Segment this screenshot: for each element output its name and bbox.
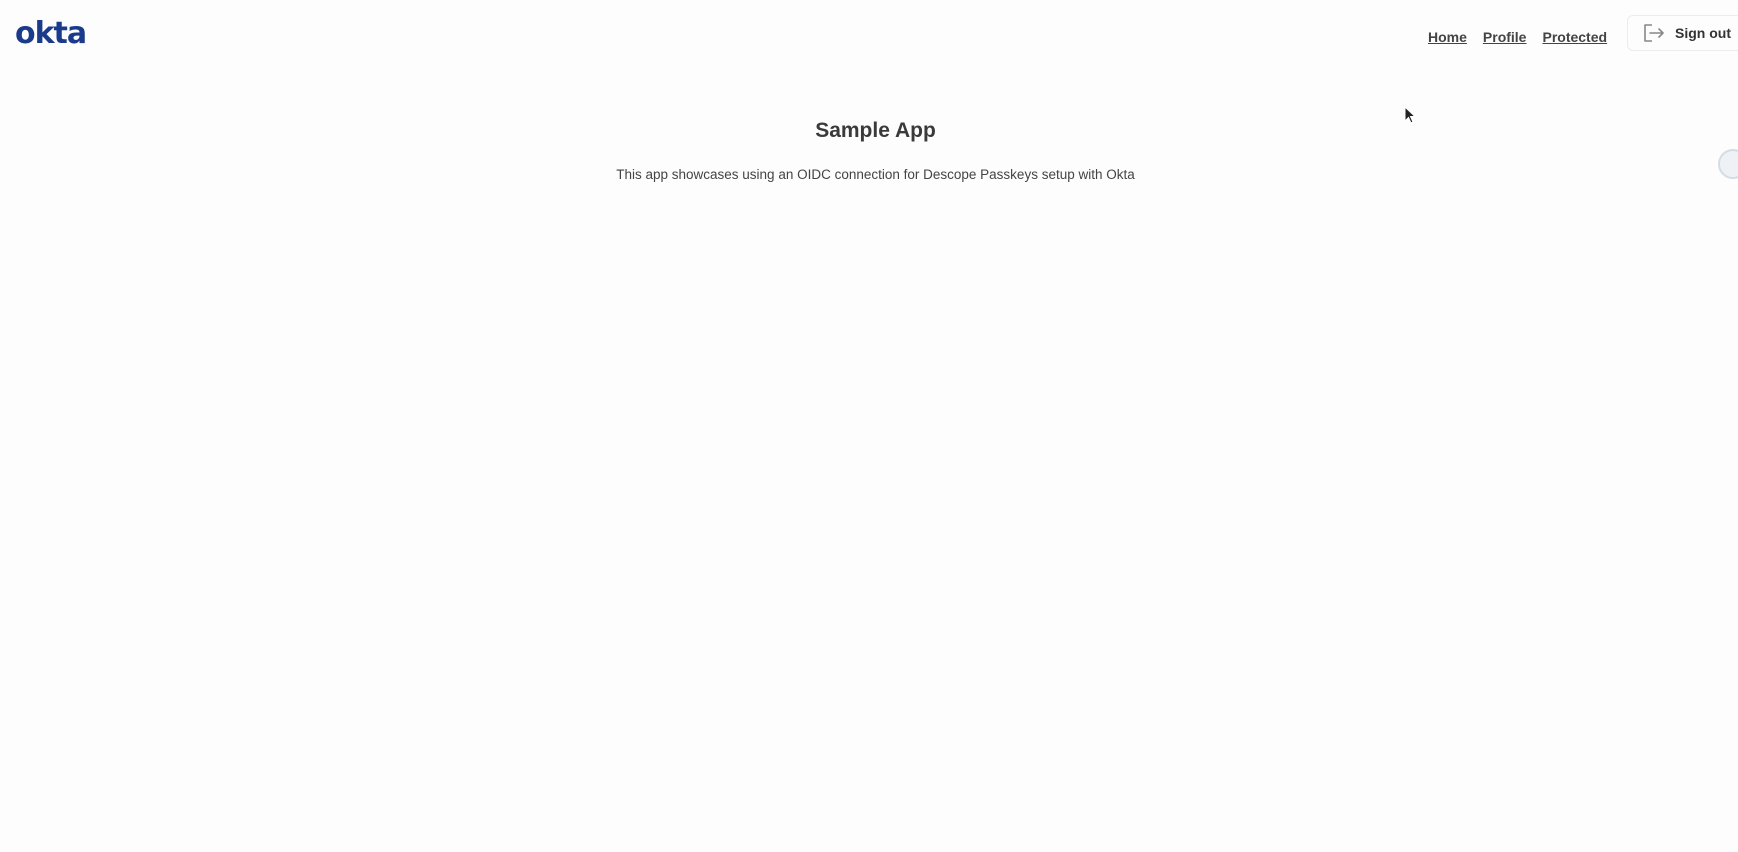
page-description: This app showcases using an OIDC connect… <box>616 167 1135 182</box>
sign-out-icon <box>1644 24 1664 42</box>
sign-out-button[interactable]: Sign out <box>1627 15 1738 51</box>
top-nav: Home Profile Protected <box>1428 29 1607 45</box>
mouse-pointer-icon <box>1404 106 1416 124</box>
page: okta Home Profile Protected Sign out Sam… <box>0 0 1738 852</box>
logo-text: okta <box>15 15 87 51</box>
okta-logo[interactable]: okta <box>15 15 87 51</box>
page-title: Sample App <box>815 119 936 142</box>
nav-link-home[interactable]: Home <box>1428 29 1467 45</box>
nav-link-profile[interactable]: Profile <box>1483 29 1527 45</box>
sign-out-label: Sign out <box>1675 25 1731 41</box>
nav-link-protected[interactable]: Protected <box>1542 29 1607 45</box>
